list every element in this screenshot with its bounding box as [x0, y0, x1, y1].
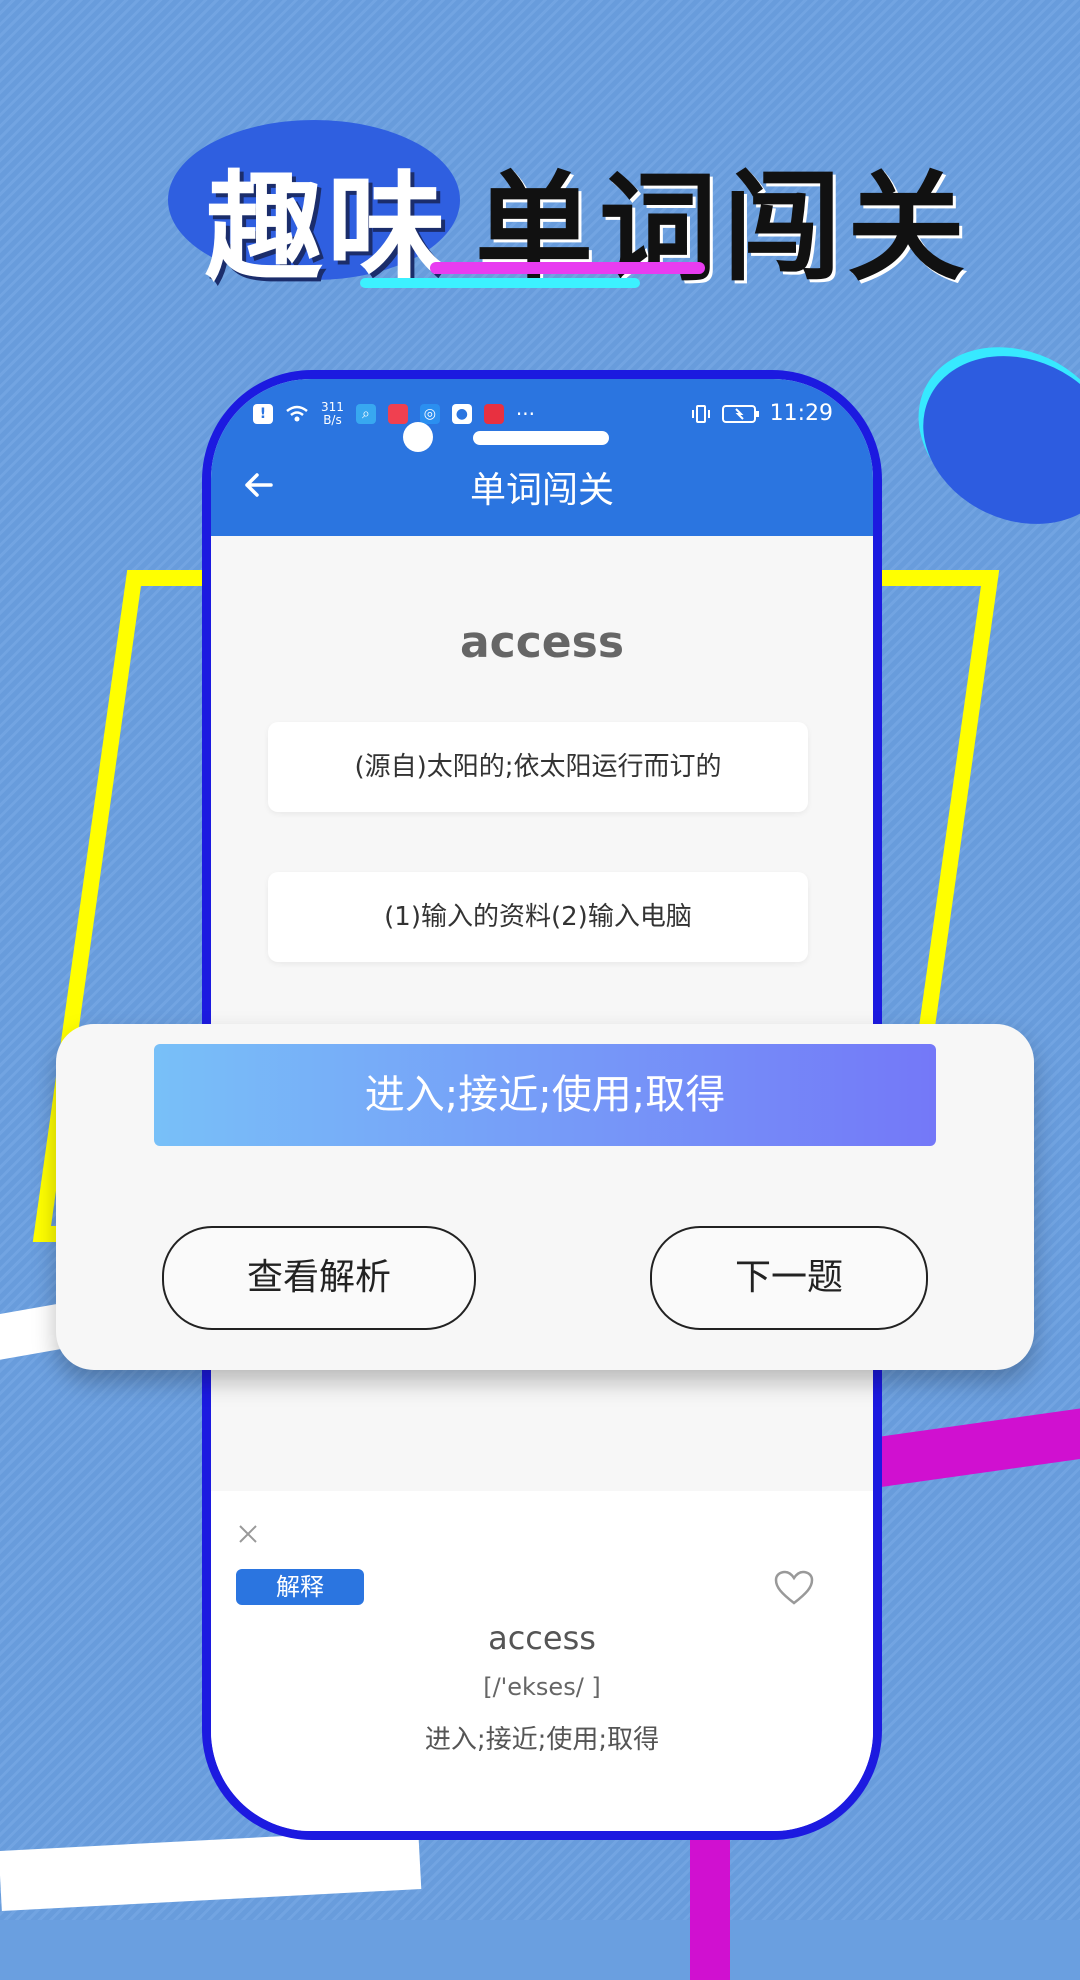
decorative-underline [430, 262, 705, 274]
bulb-icon: ◎ [419, 404, 440, 424]
huawei-app-icon [387, 404, 408, 424]
answer-option[interactable]: (源自)太阳的;依太阳运行而订的 [268, 722, 808, 812]
selected-answer-option[interactable]: 进入;接近;使用;取得 [154, 1044, 936, 1146]
answer-option[interactable]: (1)输入的资料(2)输入电脑 [268, 872, 808, 962]
search-app-icon: ⌕ [355, 404, 376, 424]
decorative-magenta-bar [690, 1820, 730, 1980]
next-question-button[interactable]: 下一题 [650, 1226, 928, 1330]
answer-card: 进入;接近;使用;取得 查看解析 下一题 [56, 1024, 1034, 1370]
wechat-icon: ● [451, 404, 472, 424]
net-speed-unit: B/s [323, 413, 342, 427]
explanation-badge: 解释 [236, 1569, 364, 1605]
book-app-icon [483, 404, 504, 424]
net-speed: 311 B/s [321, 401, 344, 427]
explanation-meaning: 进入;接近;使用;取得 [424, 1725, 660, 1755]
page-title: 单词闯关 [469, 470, 614, 511]
heart-icon[interactable] [773, 1569, 815, 1607]
wifi-icon [286, 405, 308, 422]
alert-icon: ! [253, 404, 273, 424]
quiz-word: access [459, 617, 625, 668]
app-bar: ! 311 B/s ⌕ ◎ ● ··· 11:29 单词闯关 [211, 379, 873, 536]
more-notifications: ··· [515, 402, 535, 426]
view-analysis-button[interactable]: 查看解析 [162, 1226, 476, 1330]
earpiece [473, 431, 609, 445]
clock: 11:29 [769, 401, 833, 426]
explanation-panel: 解释 access [/'ekses/ ] 进入;接近;使用;取得 [211, 1491, 873, 1831]
promo-header: 趣味 单词闯关 [0, 0, 1080, 300]
battery-icon [721, 404, 759, 423]
explanation-word: access [488, 1619, 596, 1657]
close-icon[interactable] [237, 1523, 259, 1545]
front-camera [403, 422, 433, 452]
vibrate-icon [691, 404, 710, 423]
explanation-phonetic: [/'ekses/ ] [483, 1673, 601, 1701]
decorative-underline [360, 278, 640, 288]
